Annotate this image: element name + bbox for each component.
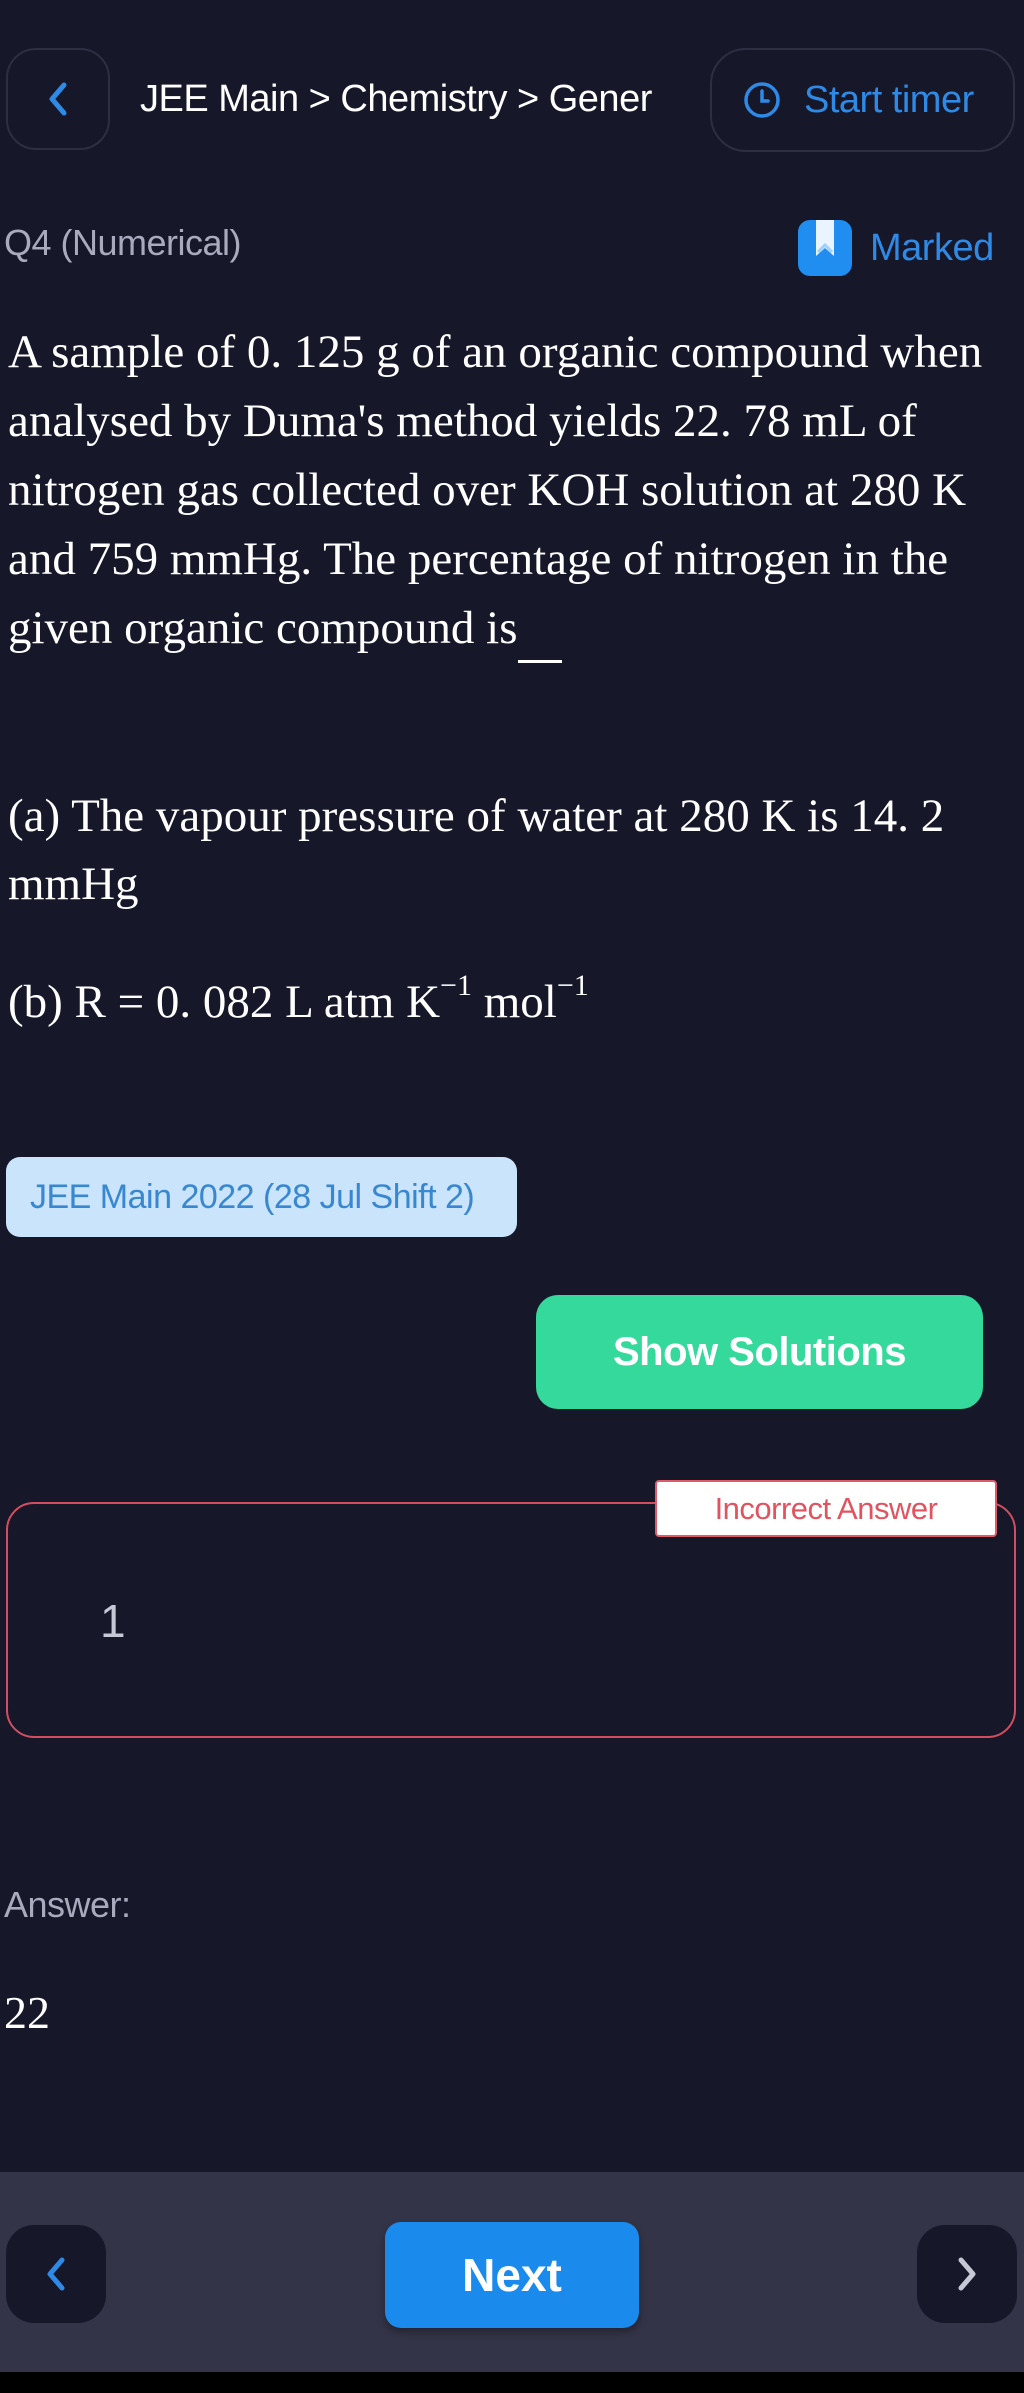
chevron-left-icon [47, 2257, 65, 2291]
clock-icon [744, 82, 780, 118]
start-timer-label: Start timer [804, 78, 974, 121]
chevron-left-icon [49, 82, 67, 116]
back-button[interactable] [6, 48, 110, 150]
chevron-right-icon [958, 2257, 976, 2291]
correct-answer-value: 22 [4, 1987, 50, 2038]
answer-input-box[interactable] [6, 1502, 1016, 1738]
system-nav-strip [0, 2372, 1024, 2393]
hint-b-unit: mol [471, 976, 557, 1028]
marked-toggle[interactable]: Marked [796, 218, 994, 278]
breadcrumb: JEE Main > Chemistry > Gener [140, 78, 652, 120]
answer-label: Answer: [4, 1884, 131, 1925]
hint-b: (b) R = 0. 082 L atm K−1 mol−1 [8, 968, 589, 1036]
marked-label: Marked [870, 226, 994, 269]
question-text: A sample of 0. 125 g of an organic compo… [8, 318, 1018, 663]
hint-b-exponent-1: −1 [440, 969, 472, 1002]
question-body: A sample of 0. 125 g of an organic compo… [8, 326, 983, 654]
next-button[interactable]: Next [385, 2222, 639, 2328]
show-solutions-button[interactable]: Show Solutions [536, 1295, 983, 1409]
answer-blank [517, 615, 562, 663]
status-badge: Incorrect Answer [655, 1480, 997, 1537]
bookmark-icon [798, 220, 852, 276]
user-answer-value: 1 [100, 1595, 126, 1647]
previous-question-button[interactable] [6, 2225, 106, 2323]
question-label: Q4 (Numerical) [4, 222, 242, 263]
next-question-button[interactable] [917, 2225, 1017, 2323]
source-tag: JEE Main 2022 (28 Jul Shift 2) [6, 1157, 517, 1237]
hint-b-prefix: (b) R = 0. 082 L atm K [8, 976, 441, 1028]
hint-b-exponent-2: −1 [556, 969, 589, 1002]
hint-a: (a) The vapour pressure of water at 280 … [8, 790, 945, 910]
start-timer-button[interactable]: Start timer [710, 48, 1015, 152]
